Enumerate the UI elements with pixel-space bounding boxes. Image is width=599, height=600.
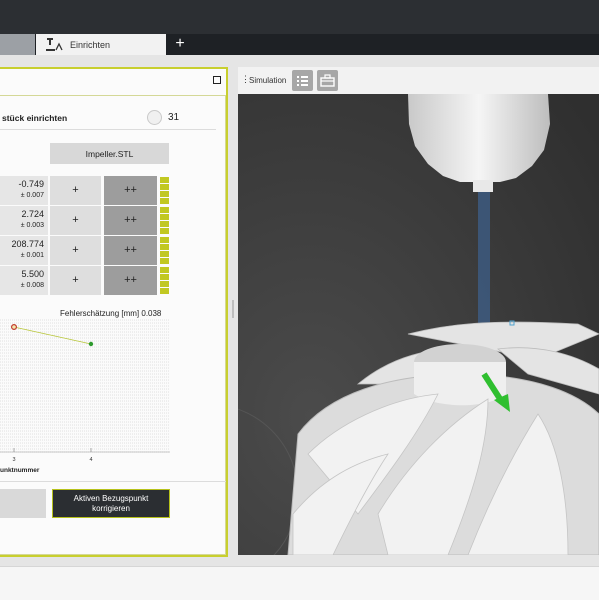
plusplus-button[interactable]: ++ <box>104 206 157 235</box>
plusplus-button[interactable]: ++ <box>104 236 157 265</box>
simulation-viewport[interactable] <box>238 94 599 555</box>
apply-label-line1: Aktiven Bezugspunkt <box>73 493 149 503</box>
quality-indicator <box>160 237 169 264</box>
error-chart: 34 <box>0 319 170 463</box>
quality-indicator <box>160 207 169 234</box>
top-bar <box>0 0 599 34</box>
data-point <box>11 324 18 331</box>
axis-value: 208.774 <box>11 239 44 249</box>
plusplus-button[interactable]: ++ <box>104 266 157 295</box>
footer-bar <box>0 566 599 600</box>
toolbox-icon[interactable] <box>317 70 338 91</box>
add-tab-button[interactable]: + <box>170 34 190 55</box>
axis-row: 5.500 ± 0.008 + ++ <box>0 266 172 295</box>
simulation-title: Simulation <box>249 76 287 85</box>
quality-indicator <box>160 267 169 294</box>
chart-ticks: 34 <box>0 448 170 463</box>
axis-tolerance: ± 0.001 <box>20 252 44 259</box>
apply-label-line2: korrigieren <box>92 503 130 513</box>
chart-series <box>11 324 94 347</box>
plus-button[interactable]: + <box>50 206 101 235</box>
panel-title: stück einrichten <box>2 113 68 123</box>
x-tick-label: 4 <box>89 457 92 463</box>
axis-row: -0.749 ± 0.007 + ++ <box>0 176 172 205</box>
value-box: 5.500 ± 0.008 <box>0 266 48 295</box>
x-tick-label: 3 <box>12 457 15 463</box>
divider <box>0 129 216 130</box>
value-box: 2.724 ± 0.003 <box>0 206 48 235</box>
maximize-icon[interactable] <box>213 76 221 84</box>
plus-button[interactable]: + <box>50 266 101 295</box>
list-icon[interactable] <box>292 70 313 91</box>
plus-button[interactable]: + <box>50 176 101 205</box>
axis-tolerance: ± 0.007 <box>20 192 44 199</box>
x-axis-label: unktnummer <box>0 467 40 474</box>
quality-indicator <box>160 177 169 204</box>
axis-tolerance: ± 0.003 <box>20 222 44 229</box>
plusplus-button[interactable]: ++ <box>104 176 157 205</box>
data-point <box>88 341 94 347</box>
tab-previous[interactable] <box>0 34 35 55</box>
model-file-button[interactable]: Impeller.STL <box>50 143 169 164</box>
tab-label: Einrichten <box>70 39 111 50</box>
axis-value: 5.500 <box>21 269 44 279</box>
axis-row: 208.774 ± 0.001 + ++ <box>0 236 172 265</box>
axis-tolerance: ± 0.008 <box>20 282 44 289</box>
chart-grid <box>0 319 170 453</box>
tab-einrichten[interactable]: Einrichten <box>36 34 166 55</box>
divider <box>0 481 226 482</box>
axis-value: 2.724 <box>21 209 44 219</box>
impeller-3d-view <box>238 94 599 555</box>
value-box: 208.774 ± 0.001 <box>0 236 48 265</box>
status-icon <box>147 110 162 125</box>
setup-icon <box>46 37 63 51</box>
axis-value: -0.749 <box>18 179 44 189</box>
splitter-handle[interactable] <box>232 300 234 318</box>
series-line <box>13 326 92 345</box>
point-count: 31 <box>168 112 180 123</box>
axis-row: 2.724 ± 0.003 + ++ <box>0 206 172 235</box>
value-box: -0.749 ± 0.007 <box>0 176 48 205</box>
apply-reference-button[interactable]: Aktiven Bezugspunkt korrigieren <box>52 489 170 518</box>
plus-button[interactable]: + <box>50 236 101 265</box>
secondary-button[interactable] <box>0 489 46 518</box>
